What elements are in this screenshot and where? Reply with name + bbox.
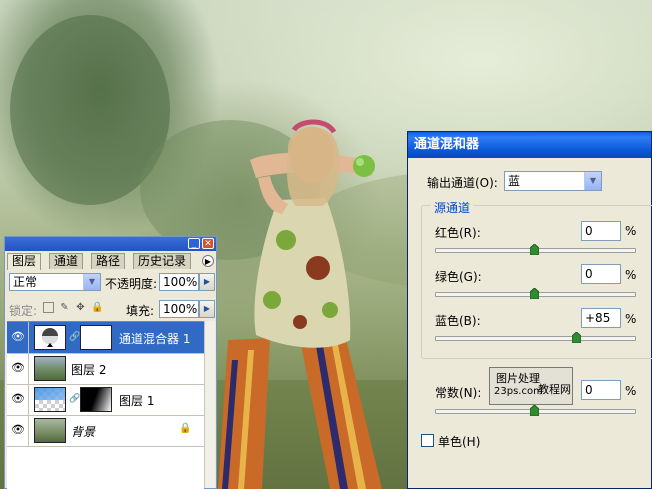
red-slider-thumb[interactable] <box>530 244 539 255</box>
slider-thumb-icon <box>530 405 539 416</box>
chevron-down-icon: ▼ <box>83 274 100 290</box>
layer-row-channel-mixer[interactable]: 👁 🔗 通道混合器 1 <box>7 322 204 354</box>
blue-input[interactable]: +85 <box>581 308 621 328</box>
blend-mode-select[interactable]: 正常 ▼ <box>9 273 101 291</box>
blend-opacity-row: 正常 ▼ 不透明度: 100% ▶ <box>9 273 215 295</box>
adjustment-thumbnail[interactable] <box>34 325 66 350</box>
eye-icon[interactable]: 👁 <box>11 393 25 405</box>
layer-name[interactable]: 图层 1 <box>119 392 154 409</box>
source-channels-title: 源通道 <box>431 199 474 216</box>
monochrome-label[interactable]: 单色(H) <box>438 433 480 450</box>
lock-fill-row: 锁定: ✎ ✥ 🔒 填充: 100% ▶ <box>9 299 215 319</box>
layers-tabs: 图层 通道 路径 历史记录 ▶ <box>7 253 214 270</box>
tab-layers[interactable]: 图层 <box>7 253 42 270</box>
dialog-title[interactable]: 通道混和器 <box>408 132 651 158</box>
output-channel-select[interactable]: 蓝 ▼ <box>504 171 602 191</box>
layers-scrollbar[interactable] <box>204 321 215 488</box>
layer-name[interactable]: 背景 <box>71 423 95 440</box>
fill-label: 填充: <box>126 304 155 318</box>
red-label: 红色(R): <box>435 226 481 240</box>
green-label: 绿色(G): <box>435 270 482 284</box>
layer-name[interactable]: 图层 2 <box>71 361 106 378</box>
green-unit: % <box>625 268 637 282</box>
fill-input[interactable]: 100% <box>159 300 199 318</box>
lock-position-icon[interactable]: ✥ <box>75 302 86 313</box>
output-channel-value: 蓝 <box>508 174 521 188</box>
output-channel-label: 输出通道(O): <box>427 176 498 190</box>
monochrome-checkbox[interactable] <box>421 434 434 447</box>
layer-thumbnail[interactable] <box>34 418 66 443</box>
eye-separator <box>28 353 29 384</box>
watermark-line3: 教程网 <box>538 383 571 396</box>
green-slider-thumb[interactable] <box>530 288 539 299</box>
lock-icon: 🔒 <box>179 423 192 434</box>
blue-label: 蓝色(B): <box>435 314 481 328</box>
close-icon[interactable]: ✕ <box>202 238 214 249</box>
tab-channels[interactable]: 通道 <box>49 253 84 269</box>
lock-pixels-icon[interactable]: ✎ <box>59 302 70 313</box>
tab-paths[interactable]: 路径 <box>91 253 126 269</box>
opacity-input[interactable]: 100% <box>159 273 199 291</box>
opacity-flyout-icon[interactable]: ▶ <box>199 273 215 291</box>
channel-mixer-icon <box>42 328 58 347</box>
eye-icon[interactable]: 👁 <box>11 424 25 436</box>
constant-unit: % <box>625 384 637 398</box>
link-icon[interactable]: 🔗 <box>69 394 80 404</box>
layers-titlebar[interactable]: _ ✕ <box>5 237 216 251</box>
eye-icon[interactable]: 👁 <box>11 362 25 374</box>
constant-label: 常数(N): <box>435 386 482 400</box>
blue-slider-thumb[interactable] <box>572 332 582 343</box>
eye-separator <box>28 415 29 446</box>
lock-label: 锁定: <box>9 304 38 318</box>
eye-icon[interactable]: 👁 <box>11 331 25 343</box>
watermark: 图片处理 23ps.com 教程网 <box>489 367 573 405</box>
layers-palette: _ ✕ 图层 通道 路径 历史记录 ▶ 正常 ▼ 不透明度: 100% ▶ 锁定… <box>4 236 217 489</box>
minimize-icon[interactable]: _ <box>188 238 200 249</box>
blue-slider-track[interactable] <box>435 336 636 341</box>
layer-row-background[interactable]: 👁 背景 🔒 <box>7 415 204 447</box>
red-unit: % <box>625 224 637 238</box>
link-icon[interactable]: 🔗 <box>69 332 80 342</box>
slider-thumb-icon <box>572 332 582 343</box>
layer-row-layer-2[interactable]: 👁 图层 2 <box>7 353 204 385</box>
opacity-label: 不透明度: <box>105 277 158 291</box>
blend-mode-value: 正常 <box>13 275 38 289</box>
slider-thumb-icon <box>530 244 539 255</box>
layers-list: 👁 🔗 通道混合器 1 👁 图层 2 👁 🔗 图层 1 👁 背景 🔒 <box>7 321 204 489</box>
mask-thumbnail[interactable] <box>80 325 112 350</box>
constant-input[interactable]: 0 <box>581 380 621 400</box>
layer-thumbnail[interactable] <box>34 387 66 412</box>
blue-unit: % <box>625 312 637 326</box>
green-input[interactable]: 0 <box>581 264 621 284</box>
eye-separator <box>28 322 29 353</box>
slider-thumb-icon <box>530 288 539 299</box>
fill-flyout-icon[interactable]: ▶ <box>199 300 215 318</box>
layer-name[interactable]: 通道混合器 1 <box>119 330 190 347</box>
mask-thumbnail[interactable] <box>80 387 112 412</box>
red-input[interactable]: 0 <box>581 221 621 241</box>
thumbnail-sky <box>35 388 65 400</box>
channel-mixer-dialog: 通道混和器 输出通道(O): 蓝 ▼ 源通道 红色(R): 0 % 绿色(G):… <box>407 131 652 489</box>
chevron-down-icon: ▼ <box>584 172 601 190</box>
watermark-line2: 23ps.com <box>494 386 543 397</box>
watermark-line1: 图片处理 <box>496 372 540 385</box>
constant-slider-thumb[interactable] <box>530 405 539 416</box>
lock-all-icon[interactable]: 🔒 <box>91 302 103 313</box>
lock-transparency-icon[interactable] <box>43 302 54 313</box>
layer-row-layer-1[interactable]: 👁 🔗 图层 1 <box>7 384 204 416</box>
eye-separator <box>28 384 29 415</box>
palette-menu-icon[interactable]: ▶ <box>202 255 214 267</box>
tab-history[interactable]: 历史记录 <box>133 253 192 269</box>
layer-thumbnail[interactable] <box>34 356 66 381</box>
